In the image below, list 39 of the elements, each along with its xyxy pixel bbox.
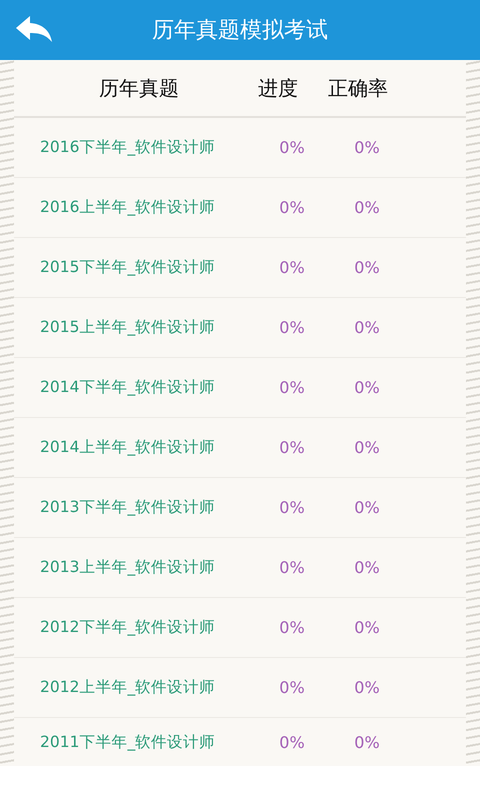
accuracy-value: 0% — [353, 678, 381, 697]
exam-row[interactable]: 2011下半年_软件设计师 0% 0% — [14, 718, 466, 766]
accuracy-value: 0% — [353, 198, 381, 217]
accuracy-value: 0% — [353, 378, 381, 397]
progress-value: 0% — [278, 198, 306, 217]
progress-value: 0% — [278, 258, 306, 277]
exam-name: 2016下半年_软件设计师 — [40, 137, 216, 158]
accuracy-value: 0% — [353, 318, 381, 337]
exam-name: 2012下半年_软件设计师 — [40, 617, 216, 638]
progress-value: 0% — [278, 318, 306, 337]
accuracy-value: 0% — [353, 438, 381, 457]
exam-name: 2015下半年_软件设计师 — [40, 257, 216, 278]
progress-value: 0% — [278, 138, 306, 157]
exam-name: 2013上半年_软件设计师 — [40, 557, 216, 578]
back-icon[interactable] — [14, 14, 54, 44]
accuracy-value: 0% — [353, 618, 381, 637]
progress-value: 0% — [278, 678, 306, 697]
progress-value: 0% — [278, 378, 306, 397]
exam-name: 2012上半年_软件设计师 — [40, 677, 216, 698]
exam-name: 2016上半年_软件设计师 — [40, 197, 216, 218]
accuracy-value: 0% — [353, 732, 381, 752]
screen-title: 历年真题模拟考试 — [152, 17, 328, 45]
accuracy-value: 0% — [353, 558, 381, 577]
progress-value: 0% — [278, 618, 306, 637]
exam-name: 2014上半年_软件设计师 — [40, 437, 216, 458]
progress-value: 0% — [278, 498, 306, 517]
accuracy-value: 0% — [353, 138, 381, 157]
exam-name: 2013下半年_软件设计师 — [40, 497, 216, 518]
accuracy-value: 0% — [353, 498, 381, 517]
column-header: 进度 — [257, 74, 299, 102]
column-header: 历年真题 — [98, 74, 180, 102]
accuracy-value: 0% — [353, 258, 381, 277]
exam-name: 2015上半年_软件设计师 — [40, 317, 216, 338]
progress-value: 0% — [278, 558, 306, 577]
exam-name: 2014下半年_软件设计师 — [40, 377, 216, 398]
exam-name: 2011下半年_软件设计师 — [40, 732, 216, 752]
progress-value: 0% — [278, 438, 306, 457]
progress-value: 0% — [278, 732, 306, 752]
column-header: 正确率 — [327, 74, 389, 102]
